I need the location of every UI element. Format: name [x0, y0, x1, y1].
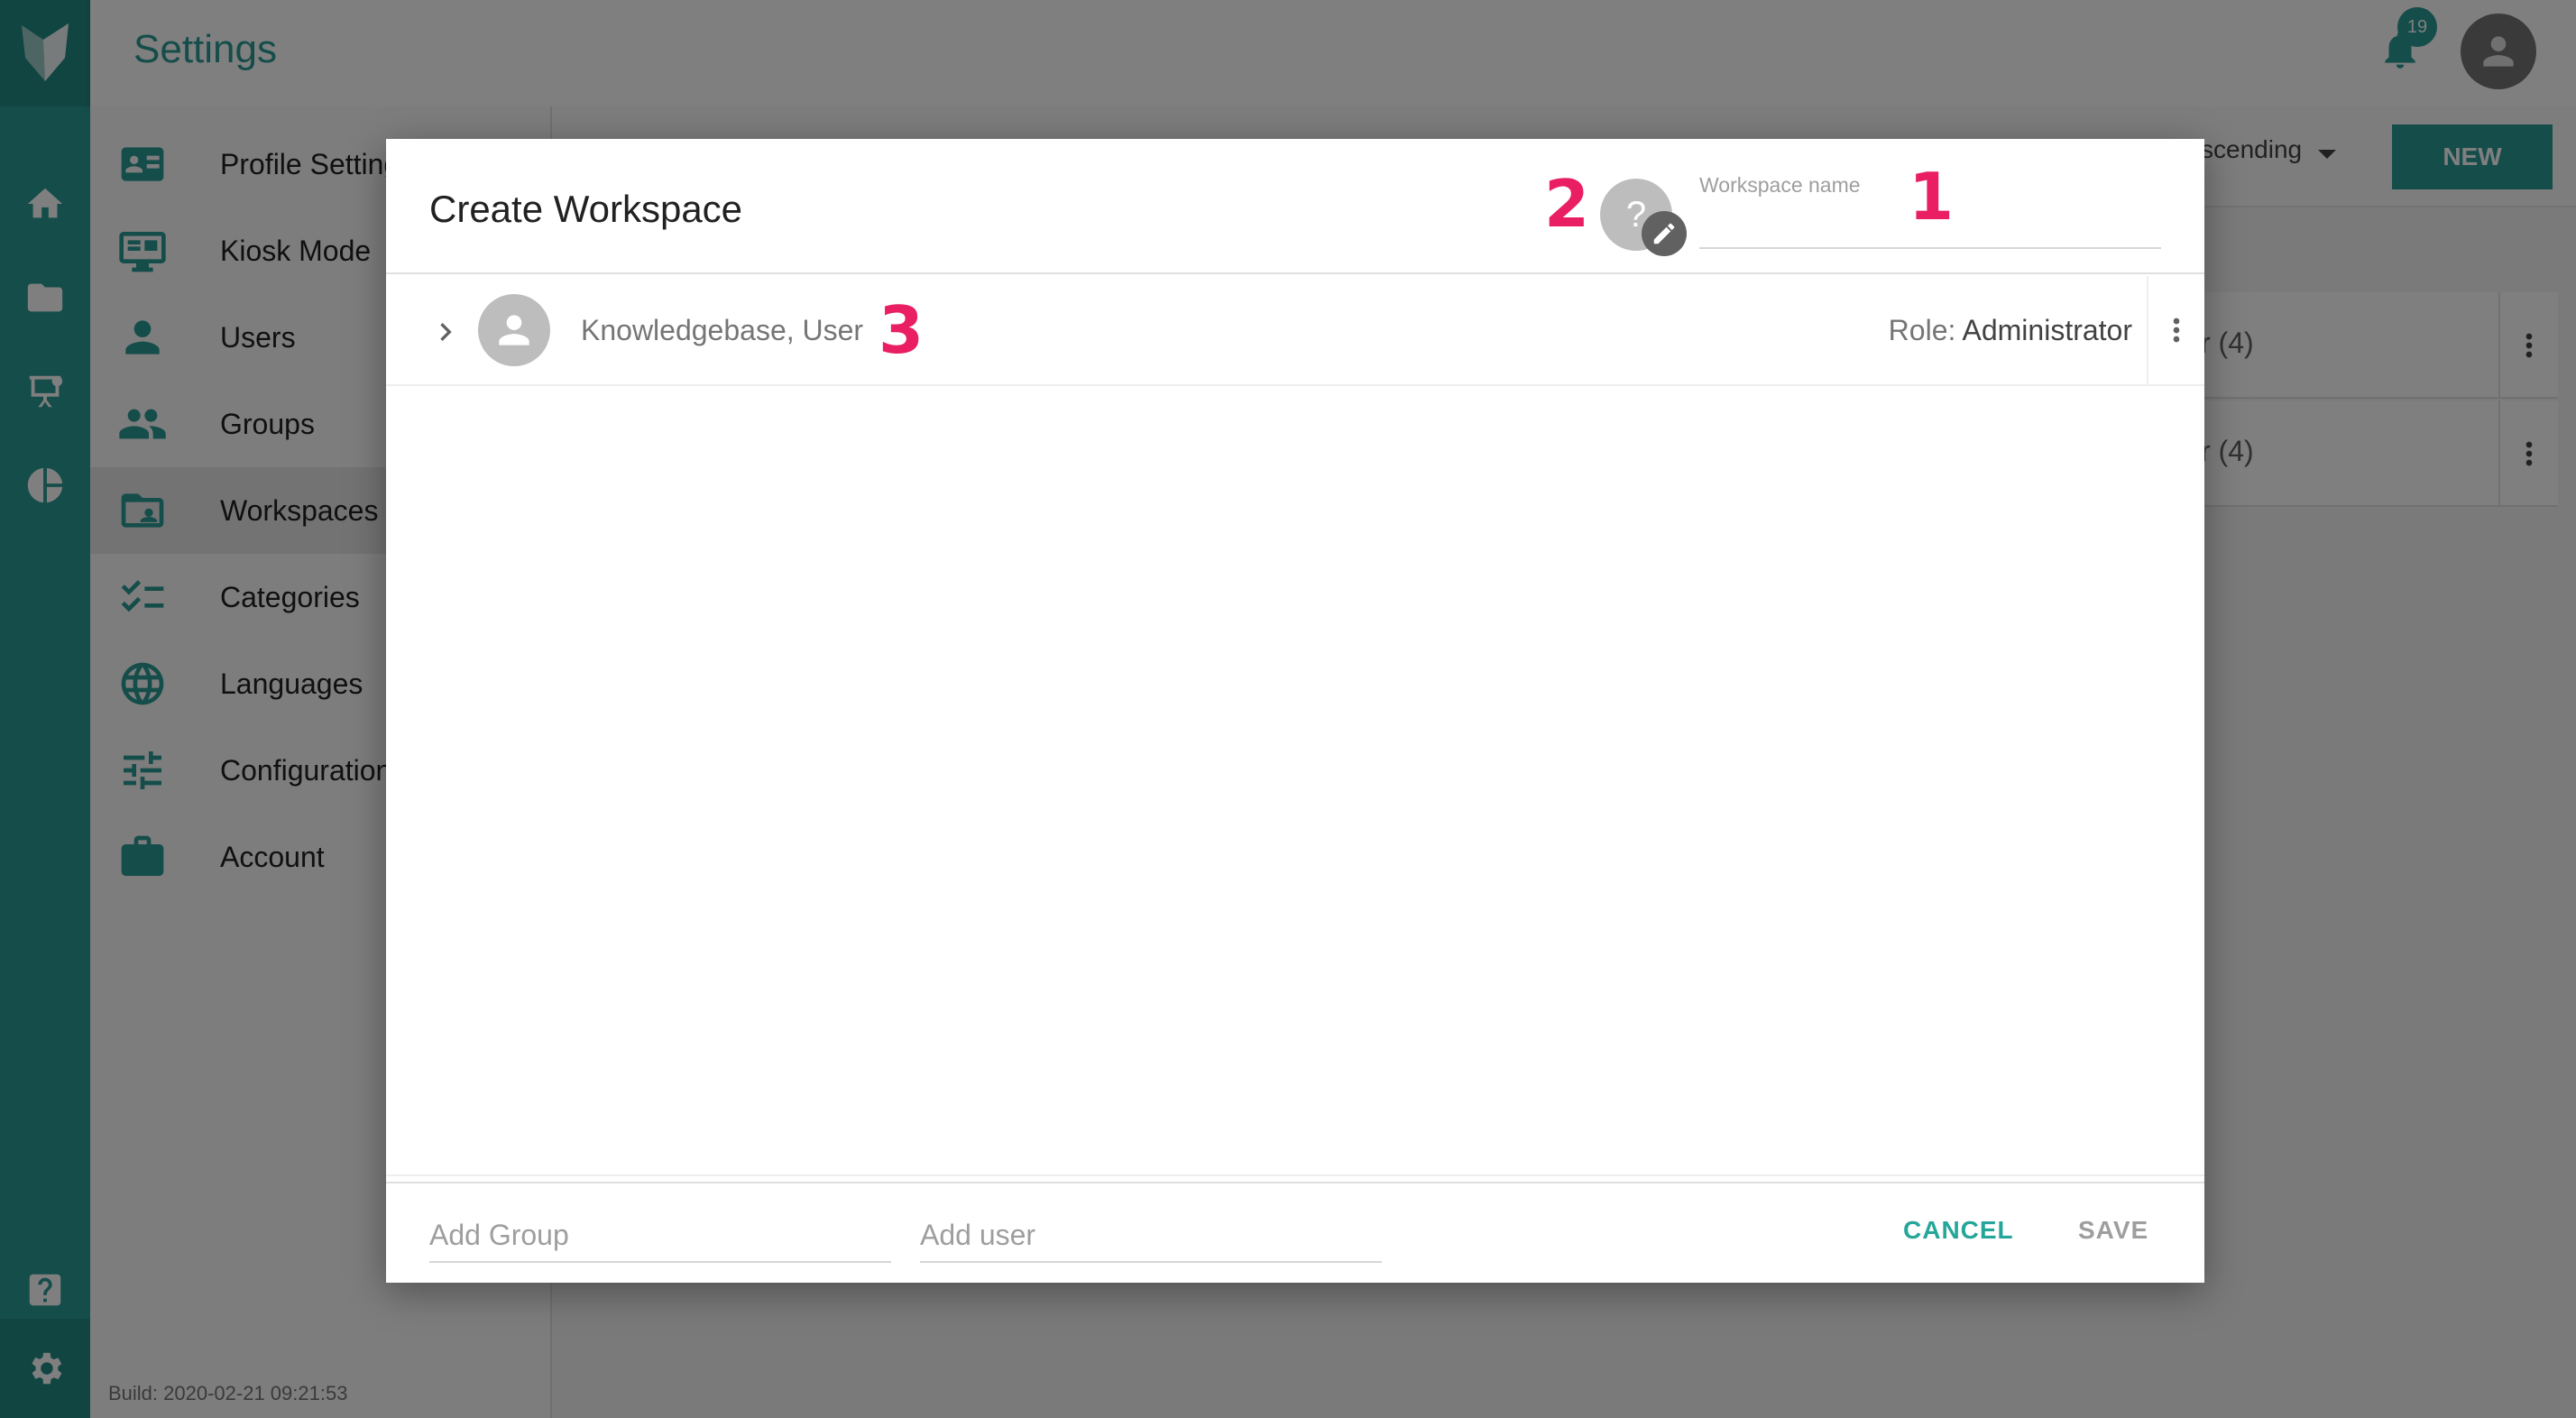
annotation-1: 1 [1909, 159, 1955, 235]
dialog-footer: CANCEL SAVE [386, 1182, 2204, 1283]
add-user-input[interactable] [920, 1209, 1382, 1263]
save-button[interactable]: SAVE [2078, 1216, 2148, 1245]
member-row[interactable]: Knowledgebase, User 3 Role: Administrato… [386, 276, 2204, 386]
workspace-name-label: Workspace name [1699, 173, 1861, 197]
role-label: Role: [1888, 314, 1956, 346]
avatar [478, 294, 550, 366]
annotation-3: 3 [879, 292, 925, 368]
footer-divider [386, 1174, 2204, 1182]
cancel-button[interactable]: CANCEL [1903, 1216, 2014, 1245]
role-value: Administrator [1962, 314, 2133, 346]
create-workspace-dialog: Create Workspace 2 ? Workspace name 1 Kn… [386, 139, 2204, 1283]
chevron-right-icon[interactable] [428, 314, 464, 350]
more-vert-icon[interactable] [2147, 276, 2204, 384]
dialog-title: Create Workspace [429, 188, 743, 230]
add-group-input[interactable] [429, 1209, 891, 1263]
annotation-2: 2 [1544, 166, 1590, 242]
edit-pencil-icon[interactable] [1642, 211, 1687, 256]
dialog-header: Create Workspace 2 ? Workspace name 1 [386, 139, 2204, 274]
member-name: Knowledgebase, User [581, 314, 864, 346]
member-role[interactable]: Role: Administrator [1889, 314, 2132, 347]
